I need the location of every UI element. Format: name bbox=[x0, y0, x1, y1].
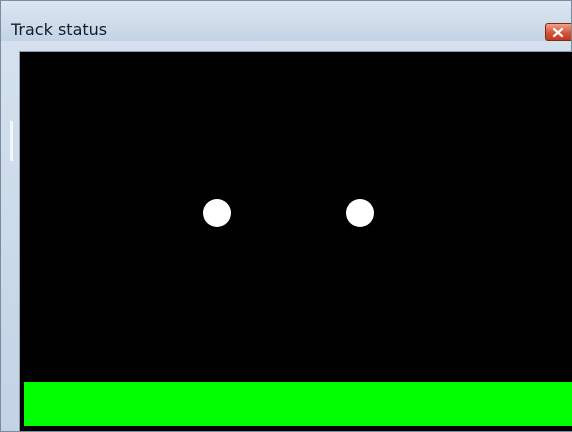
title-bar[interactable]: Track status bbox=[1, 1, 571, 41]
track-status-window: Track status bbox=[0, 0, 572, 432]
track-canvas bbox=[21, 53, 572, 431]
close-button[interactable] bbox=[545, 23, 571, 41]
track-marker-1 bbox=[203, 199, 231, 227]
track-status-bar bbox=[24, 382, 572, 426]
window-title: Track status bbox=[11, 20, 108, 39]
track-marker-2 bbox=[346, 199, 374, 227]
close-icon bbox=[552, 27, 564, 38]
window-edge-highlight bbox=[10, 121, 13, 161]
track-view bbox=[19, 51, 572, 431]
